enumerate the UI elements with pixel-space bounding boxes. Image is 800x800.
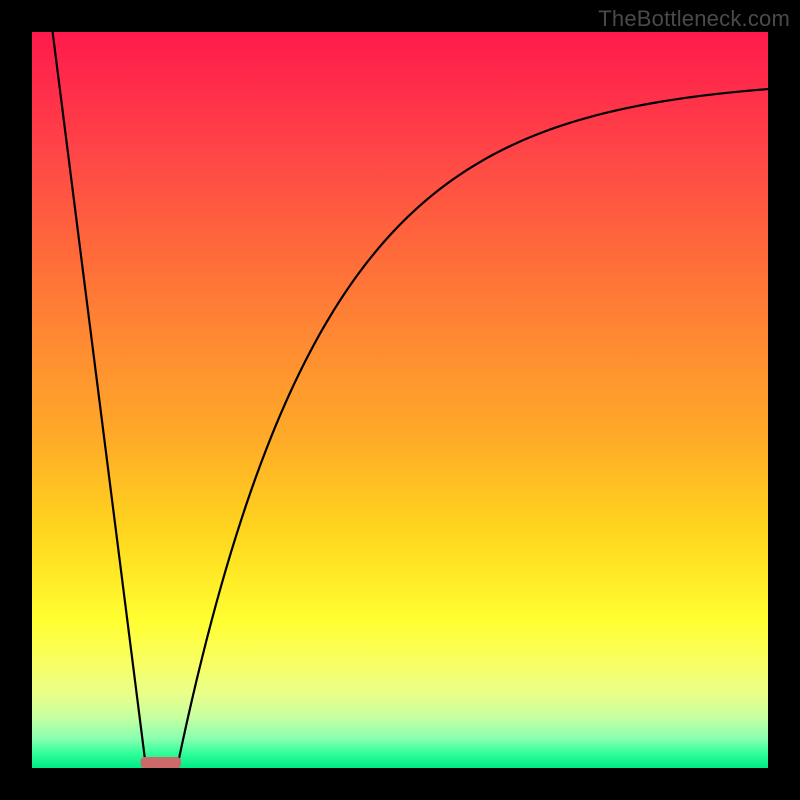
curve-left-segment [53,32,146,768]
watermark-text: TheBottleneck.com [598,6,790,32]
plot-area [32,32,768,768]
curve-layer [32,32,768,768]
chart-frame: TheBottleneck.com [0,0,800,800]
optimal-marker [141,757,181,768]
curve-right-segment [177,89,768,768]
